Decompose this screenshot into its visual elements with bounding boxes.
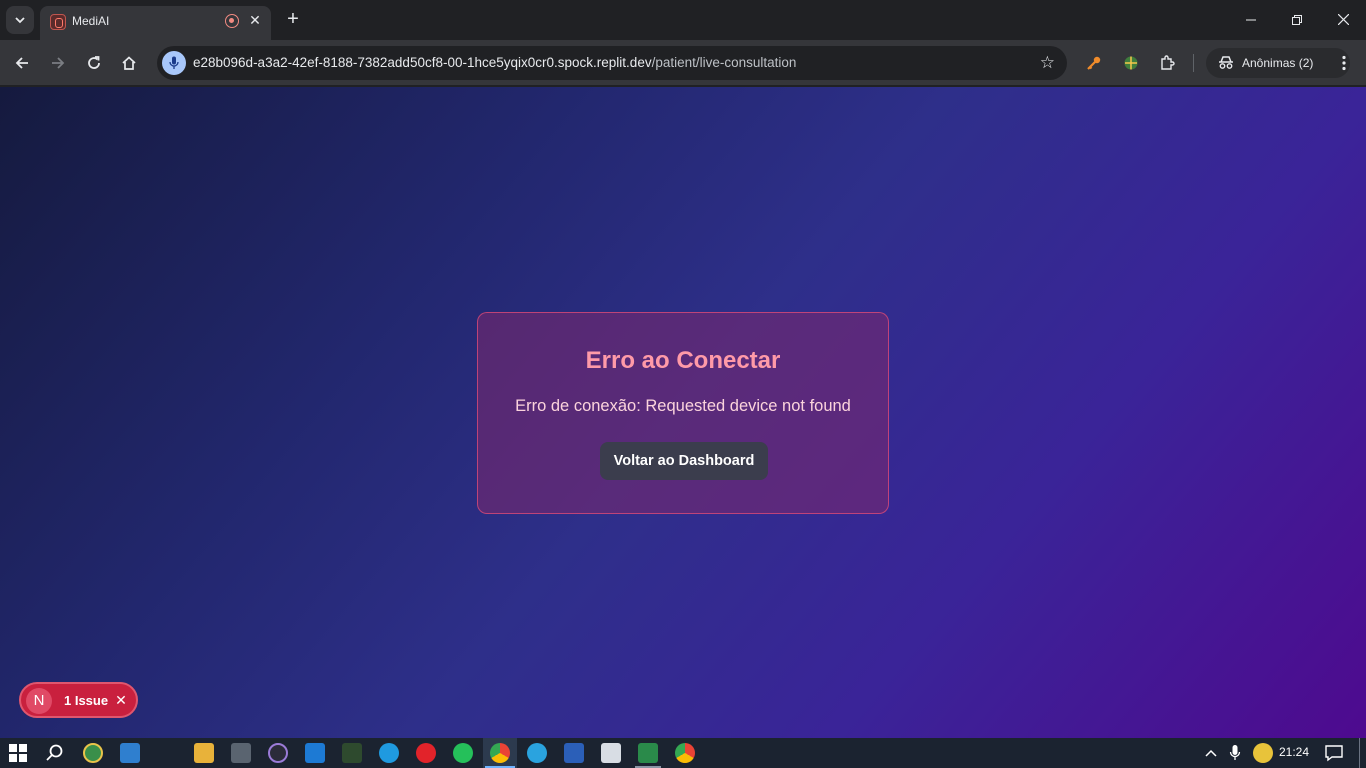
browser-tabbar: MediAI ✕ + <box>0 0 1366 40</box>
close-window-button[interactable] <box>1320 6 1366 34</box>
app-snip-icon[interactable] <box>601 743 621 763</box>
tab-search-button[interactable] <box>6 6 34 34</box>
opera-icon[interactable] <box>416 743 436 763</box>
show-desktop-divider[interactable] <box>1359 738 1360 768</box>
notification-icon[interactable] <box>1324 743 1344 763</box>
vscode-icon[interactable] <box>305 743 325 763</box>
extensions-button[interactable] <box>1153 49 1181 77</box>
chrome-icon[interactable] <box>490 743 510 763</box>
new-tab-button[interactable]: + <box>282 8 304 30</box>
whatsapp-icon[interactable] <box>453 743 473 763</box>
toolbar-divider <box>1193 54 1194 72</box>
app-purple-icon[interactable] <box>268 743 288 763</box>
tab-mediai[interactable]: MediAI ✕ <box>40 6 271 40</box>
tab-title: MediAI <box>72 14 110 28</box>
back-button[interactable] <box>8 49 36 77</box>
app-pycharm-icon[interactable] <box>342 743 362 763</box>
tab-close-icon[interactable]: ✕ <box>246 11 264 29</box>
close-icon <box>1337 13 1349 26</box>
url-path: /patient/live-consultation <box>651 55 797 70</box>
incognito-label: Anônimas (2) <box>1242 56 1314 70</box>
back-icon <box>15 57 28 69</box>
issue-avatar: N <box>26 688 52 714</box>
app-globe-icon[interactable] <box>83 743 103 763</box>
word-icon[interactable] <box>564 743 584 763</box>
url-text: e28b096d-a3a2-42ef-8188-7382add50cf8-00-… <box>193 55 796 70</box>
issue-label: 1 Issue <box>64 693 109 708</box>
reload-button[interactable] <box>80 49 108 77</box>
error-message: Erro de conexão: Requested device not fo… <box>515 397 851 415</box>
extension-key-button[interactable] <box>1080 49 1108 77</box>
address-bar[interactable]: e28b096d-a3a2-42ef-8188-7382add50cf8-00-… <box>157 46 1067 80</box>
windows-start-icon[interactable] <box>9 744 29 764</box>
forward-icon <box>52 57 65 69</box>
home-button[interactable] <box>115 49 143 77</box>
chevron-down-icon <box>15 17 25 24</box>
edge-icon[interactable] <box>379 743 399 763</box>
mic-icon[interactable] <box>162 51 186 75</box>
restore-icon <box>1292 15 1302 25</box>
issue-close-icon[interactable]: ✕ <box>113 690 129 710</box>
calculator-icon[interactable] <box>231 743 251 763</box>
file-explorer-icon[interactable] <box>194 743 214 763</box>
forward-button[interactable] <box>44 49 72 77</box>
page-content: Erro ao Conectar Erro de conexão: Reques… <box>0 87 1366 738</box>
star-icon[interactable]: ☆ <box>1040 53 1055 73</box>
record-icon <box>225 14 239 28</box>
app-network-icon[interactable] <box>120 743 140 763</box>
clock-time[interactable]: 21:24 <box>1279 745 1309 759</box>
restore-button[interactable] <box>1274 6 1320 34</box>
menu-icon <box>1342 55 1346 71</box>
incognito-icon <box>1219 56 1233 69</box>
windows-taskbar: 21:24 <box>0 738 1366 768</box>
error-title: Erro ao Conectar <box>585 347 781 374</box>
back-to-dashboard-button[interactable]: Voltar ao Dashboard <box>600 442 768 480</box>
url-host: e28b096d-a3a2-42ef-8188-7382add50cf8-00-… <box>193 55 652 70</box>
telegram-icon[interactable] <box>527 743 547 763</box>
minimize-icon <box>1246 19 1256 21</box>
globe-extension-icon <box>1124 56 1138 70</box>
home-icon <box>122 56 136 70</box>
extension-icon <box>1161 55 1175 70</box>
app-terminal-icon[interactable] <box>638 743 658 763</box>
chrome-alt-icon[interactable] <box>675 743 695 763</box>
reload-icon <box>88 56 100 69</box>
browser-menu-button[interactable] <box>1330 49 1358 77</box>
microphone-icon[interactable] <box>1229 743 1245 763</box>
search-icon[interactable] <box>45 743 65 763</box>
tray-chevron-up-icon[interactable] <box>1204 743 1220 763</box>
browser-toolbar: e28b096d-a3a2-42ef-8188-7382add50cf8-00-… <box>0 40 1366 86</box>
app-tray-icon[interactable] <box>1253 743 1273 763</box>
extension-globe-button[interactable] <box>1117 49 1145 77</box>
minimize-button[interactable] <box>1228 6 1274 34</box>
issue-badge[interactable]: N 1 Issue ✕ <box>19 682 138 718</box>
key-icon <box>1087 56 1101 70</box>
incognito-profile-button[interactable]: Anônimas (2) <box>1206 48 1350 78</box>
error-card: Erro ao Conectar Erro de conexão: Reques… <box>477 312 889 514</box>
mediai-favicon-icon <box>50 14 66 30</box>
